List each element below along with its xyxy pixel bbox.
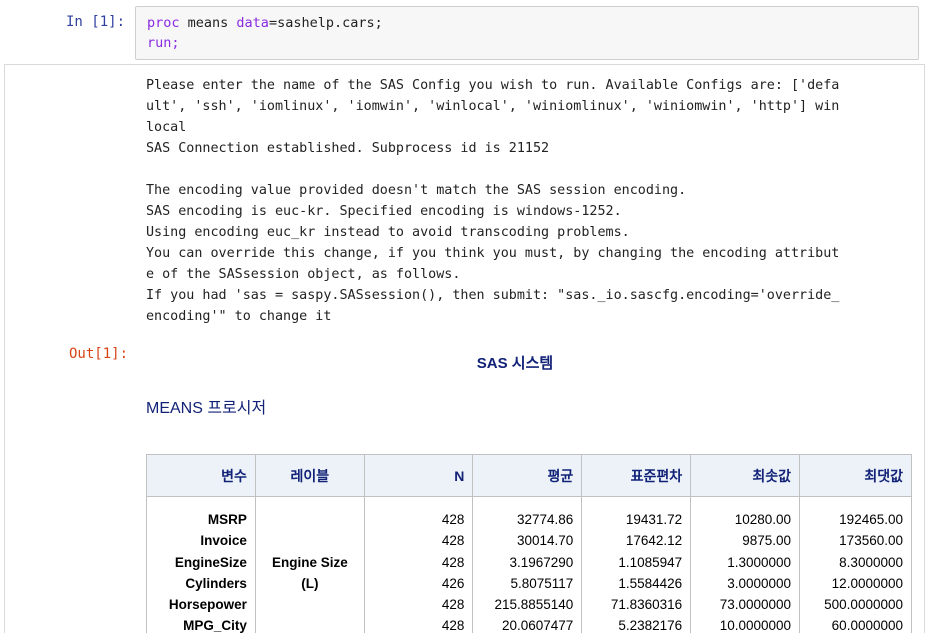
code-line: proc means data=sashelp.cars; <box>147 13 383 33</box>
stdout-text: Please enter the name of the SAS Config … <box>146 75 910 327</box>
variable-cell: MPG_City <box>183 618 247 633</box>
min-cell: 3.0000000 <box>727 575 792 591</box>
label-cell <box>264 530 356 551</box>
input-prompt: In [1]: <box>66 14 126 30</box>
mean-cell: 3.1967290 <box>509 554 574 570</box>
variable-cell: EngineSize <box>174 554 247 570</box>
n-cell: 428 <box>441 533 465 549</box>
label-cell <box>264 594 356 615</box>
header-min: 최솟값 <box>690 454 801 497</box>
variable-column: MSRP Invoice EngineSize Cylinders Horsepower… <box>146 496 256 633</box>
max-cell: 8.3000000 <box>839 554 903 570</box>
code-editor[interactable]: proc means data=sashelp.cars; run; <box>147 13 383 53</box>
code-input-area[interactable]: proc means data=sashelp.cars; run; <box>135 6 919 60</box>
min-cell: 9875.00 <box>742 533 792 549</box>
header-std: 표준편차 <box>581 454 692 497</box>
std-cell: 5.2382176 <box>618 618 683 633</box>
label-column: Engine Size (L) <box>254 496 365 633</box>
std-cell: 71.8360316 <box>610 597 683 613</box>
mean-cell: 5.8075117 <box>510 575 574 591</box>
means-results-table-container: 변수 레이블 N 평균 표준편차 최솟값 최댓값 MSRP Invoice Engi… <box>146 454 912 633</box>
variable-cell: MSRP <box>207 512 247 527</box>
label-cell: (L) <box>301 575 319 591</box>
header-variable: 변수 <box>146 454 256 497</box>
n-cell: 428 <box>441 618 465 633</box>
max-cell: 12.0000000 <box>831 575 903 591</box>
n-cell: 428 <box>441 554 465 570</box>
stdout-line <box>146 159 910 180</box>
n-cell: 428 <box>441 597 465 613</box>
min-cell: 10280.00 <box>734 512 792 527</box>
stdout-line: encoding'" to change it <box>146 309 332 324</box>
std-cell: 17642.12 <box>625 533 683 549</box>
sas-system-title: SAS 시스템 <box>476 355 554 372</box>
std-column: 19431.72 17642.12 1.1085947 1.5584426 71.836… <box>581 496 692 633</box>
means-results-table: 변수 레이블 N 평균 표준편차 최솟값 최댓값 MSRP Invoice Engi… <box>146 454 912 633</box>
code-text: means <box>179 15 237 31</box>
mean-cell: 30014.70 <box>516 533 574 549</box>
stdout-line: The encoding value provided doesn't matc… <box>146 183 687 198</box>
table-body-row: MSRP Invoice EngineSize Cylinders Horsepower… <box>146 496 912 633</box>
code-keyword: data <box>236 15 269 31</box>
stdout-line: Please enter the name of the SAS Config … <box>146 78 840 93</box>
code-keyword: run; <box>147 35 180 51</box>
code-line: run; <box>147 33 383 53</box>
mean-cell: 20.0607477 <box>501 618 574 633</box>
n-cell: 428 <box>441 512 465 527</box>
std-cell: 1.1085947 <box>618 554 683 570</box>
code-keyword: proc <box>147 15 180 31</box>
stdout-line: SAS encoding is euc-kr. Specified encodi… <box>146 204 622 219</box>
max-cell: 173560.00 <box>839 533 903 549</box>
output-prompt: Out[1]: <box>69 346 129 362</box>
max-column: 192465.00 173560.00 8.3000000 12.0000000 500… <box>799 496 912 633</box>
max-cell: 192465.00 <box>839 512 903 527</box>
n-cell: 426 <box>441 575 465 591</box>
label-cell <box>264 509 356 530</box>
mean-column: 32774.86 30014.70 3.1967290 5.8075117 215.88… <box>472 496 583 633</box>
header-n: N <box>363 454 474 497</box>
header-max: 최댓값 <box>799 454 912 497</box>
mean-cell: 32774.86 <box>516 512 574 527</box>
stdout-line: local <box>146 120 187 135</box>
stdout-line: ult', 'ssh', 'iomlinux', 'iomwin', 'winl… <box>146 99 840 114</box>
variable-cell: Cylinders <box>185 575 247 591</box>
n-column: 428 428 428 426 428 428 <box>363 496 474 633</box>
stdout-line: Using encoding euc_kr instead to avoid t… <box>146 225 630 240</box>
min-cell: 73.0000000 <box>719 597 792 613</box>
std-cell: 19431.72 <box>625 512 683 527</box>
means-procedure-title: MEANS 프로시저 <box>146 400 267 417</box>
header-mean: 평균 <box>472 454 583 497</box>
label-cell: Engine Size <box>271 554 348 570</box>
stdout-line: You can override this change, if you thi… <box>146 246 840 261</box>
max-cell: 60.0000000 <box>831 618 903 633</box>
header-label: 레이블 <box>254 454 365 497</box>
stdout-line: If you had 'sas = saspy.SASsession(), th… <box>146 288 840 303</box>
code-text: =sashelp.cars; <box>268 15 383 31</box>
stdout-line: SAS Connection established. Subprocess i… <box>146 141 550 156</box>
min-column: 10280.00 9875.00 1.3000000 3.0000000 73.0000… <box>690 496 801 633</box>
std-cell: 1.5584426 <box>618 575 683 591</box>
min-cell: 1.3000000 <box>727 554 792 570</box>
variable-cell: Invoice <box>200 533 247 549</box>
stdout-line: e of the SASsession object, as follows. <box>146 267 461 282</box>
variable-cell: Horsepower <box>168 597 247 613</box>
max-cell: 500.0000000 <box>824 597 903 613</box>
label-cell <box>264 615 356 633</box>
table-header-row: 변수 레이블 N 평균 표준편차 최솟값 최댓값 <box>146 454 912 497</box>
min-cell: 10.0000000 <box>719 618 792 633</box>
mean-cell: 215.8855140 <box>494 597 574 613</box>
